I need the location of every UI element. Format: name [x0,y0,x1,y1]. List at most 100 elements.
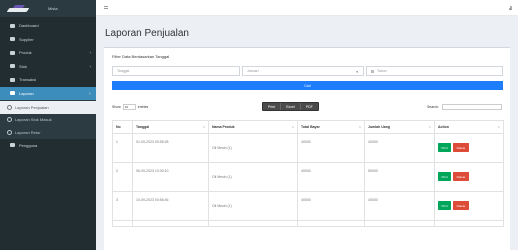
cell-jumlah-uang: 40000 [364,191,435,221]
cell-no: 2 [112,162,133,192]
sidebar-subitem-laporan-penjualan[interactable]: Laporan Penjualan [0,101,96,114]
sidebar-item-transaksi[interactable]: Transaksi [0,73,96,87]
export-button-group: Print Excel PDF [262,102,319,111]
top-navbar [96,0,518,16]
export-print-button[interactable]: Print [263,103,282,110]
sidebar-subitem-label: Laporan Retur [15,129,41,135]
entries-label: entries [137,105,149,109]
cell-total-bayar: 40000 [297,162,365,192]
circle-icon [7,129,12,135]
sidebar-nav: Dashboard Supplier Produk › Stok › Trans… [0,17,96,152]
search-submit-button[interactable]: Cari [112,81,503,90]
page-title: Laporan Penjualan [105,28,189,39]
table-row: 2 06-09-2023 10:00:10 Oli Mesin (1) 4000… [112,162,504,192]
sort-icon: ⇅ [497,125,500,129]
brand-name: Mista [48,6,58,11]
report-box: Filter Data Berdasarkan Tanggal Tanggal … [104,47,510,250]
cell-action: Print Delete [434,133,504,163]
sort-icon: ⇅ [291,125,294,129]
delete-button[interactable]: Delete [453,201,469,210]
export-pdf-button[interactable]: PDF [301,103,318,110]
circle-icon [7,117,12,123]
sidebar-item-label: Dashboard [19,23,39,29]
export-excel-button[interactable]: Excel [281,103,301,110]
box-icon [10,50,15,55]
sidebar-item-laporan[interactable]: Laporan ˄ [0,86,96,100]
sidebar-item-stok[interactable]: Stok › [0,60,96,74]
sidebar-item-label: Transaksi [19,77,37,83]
cell-nama-produk: Oli Mesin (1) [208,162,298,192]
cell-jumlah-uang: 50000 [364,162,435,192]
print-button[interactable]: Print [438,172,452,181]
table-row-partial [112,220,504,227]
table-header-row: No Tanggal ⇅ Nama Produk ⇅ Total Bayar ⇅ Ju… [112,120,504,134]
sidebar-subitem-label: Laporan Penjualan [15,104,49,110]
chevron-down-icon: ▾ [356,70,358,74]
dashboard-icon [10,23,15,28]
sidebar-item-dashboard[interactable]: Dashboard [0,19,96,33]
filter-title: Filter Data Berdasarkan Tanggal [112,54,170,59]
sidebar: Mista Dashboard Supplier Produk › Stok ›… [0,0,96,250]
chevron-right-icon: › [89,63,92,69]
sidebar-subitem-label: Laporan Stok Masuk [15,117,52,123]
month-select-value: Januari [247,69,259,73]
column-header-jumlah-uang[interactable]: Jumlah Uang ⇅ [364,120,435,134]
main-content: Laporan Penjualan Filter Data Berdasarka… [96,16,518,250]
cell-action: Print Delete [434,162,504,192]
cell-jumlah-uang: 40000 [364,133,435,163]
date-input[interactable]: Tanggal [112,66,240,76]
sidebar-item-supplier[interactable]: Supplier [0,33,96,47]
sidebar-item-label: Produk [19,50,32,56]
delete-button[interactable]: Delete [453,143,469,152]
sidebar-item-produk[interactable]: Produk › [0,46,96,60]
sales-table: No Tanggal ⇅ Nama Produk ⇅ Total Bayar ⇅ Ju… [112,120,504,227]
sidebar-item-label: Supplier [19,36,34,42]
user-menu-icon[interactable] [509,6,512,10]
column-header-tanggal[interactable]: Tanggal ⇅ [132,120,209,134]
cell-total-bayar: 40000 [297,191,365,221]
table-search: Search: [427,104,502,110]
month-select[interactable]: Januari ▾ [242,66,364,76]
sidebar-subitem-laporan-stok-masuk[interactable]: Laporan Stok Masuk [0,114,96,127]
date-input-placeholder: Tanggal [117,69,130,73]
brand[interactable]: Mista [0,0,96,17]
stock-icon [10,64,15,69]
column-header-no[interactable]: No [112,120,133,134]
entries-select[interactable]: 10 [122,104,136,110]
sort-icon: ⇅ [428,125,431,129]
table-row: 1 01-09-2023 09:55:28 Oli Mesin (1) 4000… [112,133,504,163]
hamburger-menu-icon[interactable] [104,6,108,9]
cell-nama-produk: Oli Mesin (1) [208,191,298,221]
report-icon [10,91,15,96]
sidebar-item-label: Pengguna [19,142,38,148]
chevron-right-icon: › [89,50,92,55]
search-label: Search: [426,105,439,109]
show-entries: Show 10 entries [112,104,148,110]
show-label: Show [112,105,121,109]
sidebar-item-pengguna[interactable]: Pengguna [0,139,96,153]
sidebar-item-label: Laporan [19,90,34,96]
sidebar-submenu: Laporan Penjualan Laporan Stok Masuk Lap… [0,100,96,139]
print-button[interactable]: Print [438,143,452,152]
year-input[interactable]: Tahun [366,66,503,76]
chevron-up-icon: ˄ [88,90,91,96]
cell-no: 1 [112,133,133,163]
search-input[interactable] [442,104,502,110]
column-header-total-bayar[interactable]: Total Bayar ⇅ [297,120,365,134]
calendar-icon [371,69,374,73]
cell-no: 3 [112,191,133,221]
sidebar-item-label: Stok [19,63,28,69]
cart-icon [10,77,15,82]
sort-icon: ⇅ [202,125,205,129]
column-header-nama-produk[interactable]: Nama Produk ⇅ [208,120,298,134]
table-row: 3 10-09-2023 00:56:46 Oli Mesin (1) 4000… [112,191,504,221]
cell-action: Print Delete [434,191,504,221]
delete-button[interactable]: Delete [453,172,469,181]
print-button[interactable]: Print [438,201,452,210]
cell-total-bayar: 40000 [297,133,365,163]
column-header-action[interactable]: Action ⇅ [434,120,504,134]
sidebar-subitem-laporan-retur[interactable]: Laporan Retur [0,126,96,139]
year-input-placeholder: Tahun [377,69,387,73]
sort-icon: ⇅ [358,125,361,129]
user-icon [10,143,15,148]
